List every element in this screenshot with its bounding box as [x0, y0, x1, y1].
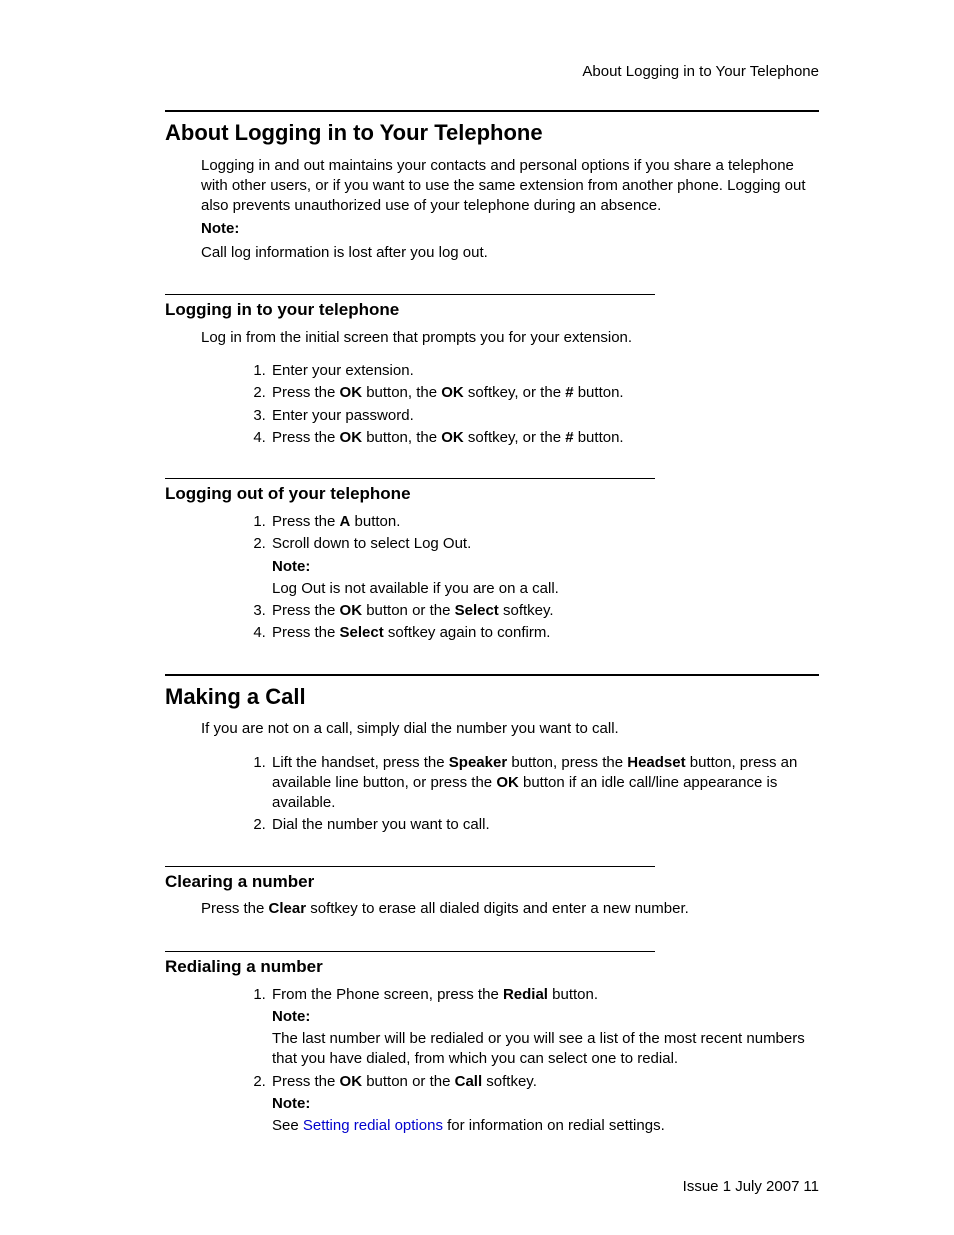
section-divider	[165, 110, 819, 112]
footer-issue: Issue 1 July 2007	[683, 1178, 800, 1195]
subsection-divider	[165, 294, 655, 295]
note-body: Call log information is lost after you l…	[201, 243, 819, 263]
intro-text: If you are not on a call, simply dial th…	[201, 719, 819, 739]
list-item: Press the OK button, the OK softkey, or …	[270, 428, 819, 448]
heading-redialing-number: Redialing a number	[165, 956, 819, 979]
list-item: Press the A button.	[270, 512, 819, 532]
list-item: From the Phone screen, press the Redial …	[270, 985, 819, 1070]
running-header: About Logging in to Your Telephone	[582, 62, 819, 82]
steps-list: Enter your extension. Press the OK butto…	[270, 361, 819, 448]
list-item: Enter your password.	[270, 406, 819, 426]
heading-logging-out: Logging out of your telephone	[165, 483, 819, 506]
list-item: Press the OK button or the Select softke…	[270, 601, 819, 621]
heading-clearing-number: Clearing a number	[165, 871, 819, 894]
footer-page-number: 11	[803, 1178, 819, 1195]
intro-text: Logging in and out maintains your contac…	[201, 156, 819, 217]
heading-logging-in: Logging in to your telephone	[165, 299, 819, 322]
subsection-divider	[165, 866, 655, 867]
steps-list: Lift the handset, press the Speaker butt…	[270, 753, 819, 836]
steps-list: Press the A button. Scroll down to selec…	[270, 512, 819, 644]
list-item: Enter your extension.	[270, 361, 819, 381]
list-item: Press the Select softkey again to confir…	[270, 623, 819, 643]
steps-list: From the Phone screen, press the Redial …	[270, 985, 819, 1137]
subsection-divider	[165, 478, 655, 479]
page-footer: Issue 1 July 200711	[683, 1177, 819, 1197]
list-item: Press the OK button or the Call softkey.…	[270, 1072, 819, 1137]
intro-text: Log in from the initial screen that prom…	[201, 328, 819, 348]
list-item: Lift the handset, press the Speaker butt…	[270, 753, 819, 814]
heading-logging-in-about: About Logging in to Your Telephone	[165, 118, 819, 148]
subsection-divider	[165, 951, 655, 952]
list-item: Dial the number you want to call.	[270, 815, 819, 835]
body-text: Press the Clear softkey to erase all dia…	[201, 899, 819, 919]
note-label: Note:	[201, 219, 819, 239]
list-item: Scroll down to select Log Out. Note: Log…	[270, 534, 819, 599]
list-item: Press the OK button, the OK softkey, or …	[270, 383, 819, 403]
section-divider	[165, 674, 819, 676]
heading-making-call: Making a Call	[165, 682, 819, 712]
